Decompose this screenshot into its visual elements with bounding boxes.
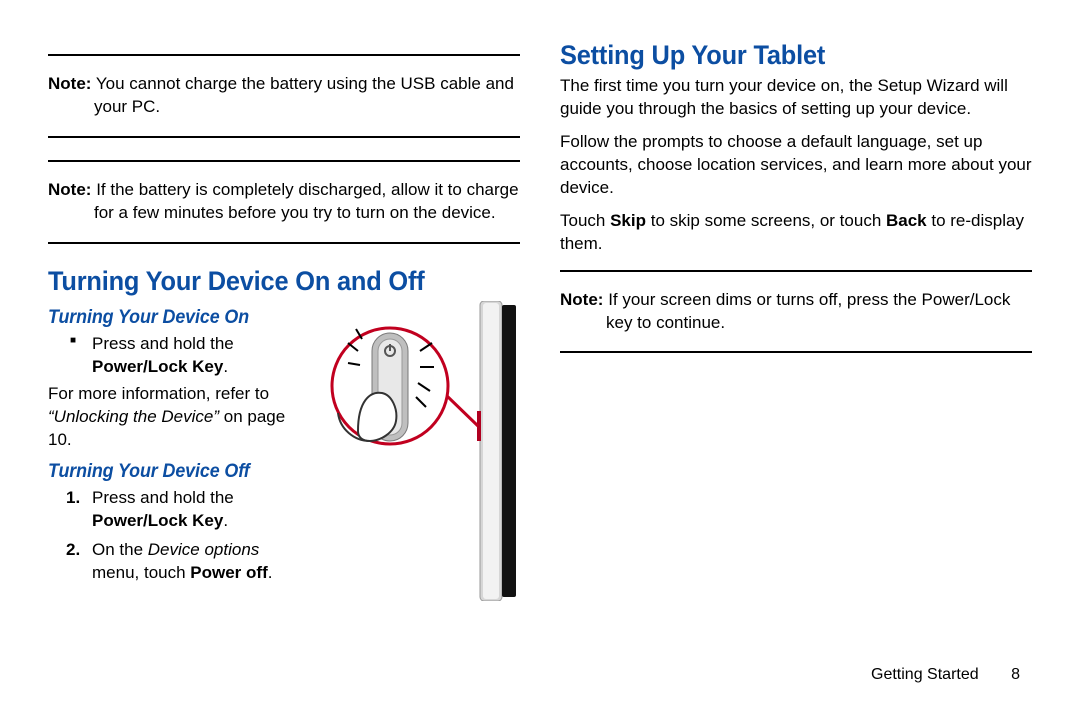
page-footer: Getting Started 8 — [871, 666, 1020, 684]
heading-on-off: Turning Your Device On and Off — [48, 266, 492, 297]
skip-label: Skip — [610, 211, 646, 230]
note-text: You cannot charge the battery using the … — [94, 74, 514, 116]
back-label: Back — [886, 211, 927, 230]
setup-p1: The first time you turn your device on, … — [560, 75, 1032, 121]
device-figure — [320, 301, 520, 601]
right-column: Setting Up Your Tablet The first time yo… — [560, 40, 1032, 601]
note-label: Note: — [560, 290, 603, 309]
footer-section: Getting Started — [871, 666, 979, 683]
rule — [560, 270, 1032, 272]
note-label: Note: — [48, 180, 91, 199]
note-label: Note: — [48, 74, 91, 93]
text: menu, touch — [92, 563, 190, 582]
text: . — [223, 357, 228, 376]
tablet-power-button-illustration — [320, 301, 520, 601]
cross-ref: “Unlocking the Device” — [48, 407, 224, 426]
rule — [48, 160, 520, 162]
step-number: 1. — [66, 487, 80, 510]
subheading-on: Turning Your Device On — [48, 307, 287, 329]
turning-text: Turning Your Device On Press and hold th… — [48, 301, 302, 601]
note-screen-dim: Note: If your screen dims or turns off, … — [560, 289, 1032, 335]
device-options: Device options — [148, 540, 260, 559]
heading-setup: Setting Up Your Tablet — [560, 40, 1004, 71]
rule — [560, 351, 1032, 353]
on-bullet: Press and hold the Power/Lock Key. — [48, 333, 302, 379]
text: For more information, refer to — [48, 384, 269, 403]
text: to skip some screens, or touch — [646, 211, 886, 230]
rule — [48, 136, 520, 138]
text: . — [223, 511, 228, 530]
setup-p3: Touch Skip to skip some screens, or touc… — [560, 210, 1032, 256]
setup-p2: Follow the prompts to choose a default l… — [560, 131, 1032, 200]
footer-page-number: 8 — [1011, 666, 1020, 683]
note-text: If your screen dims or turns off, press … — [606, 290, 1010, 332]
off-step-2: 2. On the Device options menu, touch Pow… — [48, 539, 302, 585]
note-usb: Note: You cannot charge the battery usin… — [48, 73, 520, 119]
off-step-1: 1. Press and hold the Power/Lock Key. — [48, 487, 302, 533]
text: Press and hold the — [92, 334, 234, 353]
on-bullets: Press and hold the Power/Lock Key. — [48, 333, 302, 379]
step-number: 2. — [66, 539, 80, 562]
note-discharged: Note: If the battery is completely disch… — [48, 179, 520, 225]
power-lock-key: Power/Lock Key — [92, 357, 223, 376]
rule — [48, 242, 520, 244]
note-text: If the battery is completely discharged,… — [94, 180, 519, 222]
subheading-off: Turning Your Device Off — [48, 461, 287, 483]
text: Touch — [560, 211, 610, 230]
off-steps: 1. Press and hold the Power/Lock Key. 2.… — [48, 487, 302, 585]
text: Press and hold the — [92, 488, 234, 507]
text: On the — [92, 540, 148, 559]
power-off: Power off — [190, 563, 267, 582]
left-column: Note: You cannot charge the battery usin… — [48, 40, 520, 601]
rule — [48, 54, 520, 56]
power-lock-key: Power/Lock Key — [92, 511, 223, 530]
on-more-info: For more information, refer to “Unlockin… — [48, 383, 302, 452]
text: . — [268, 563, 273, 582]
